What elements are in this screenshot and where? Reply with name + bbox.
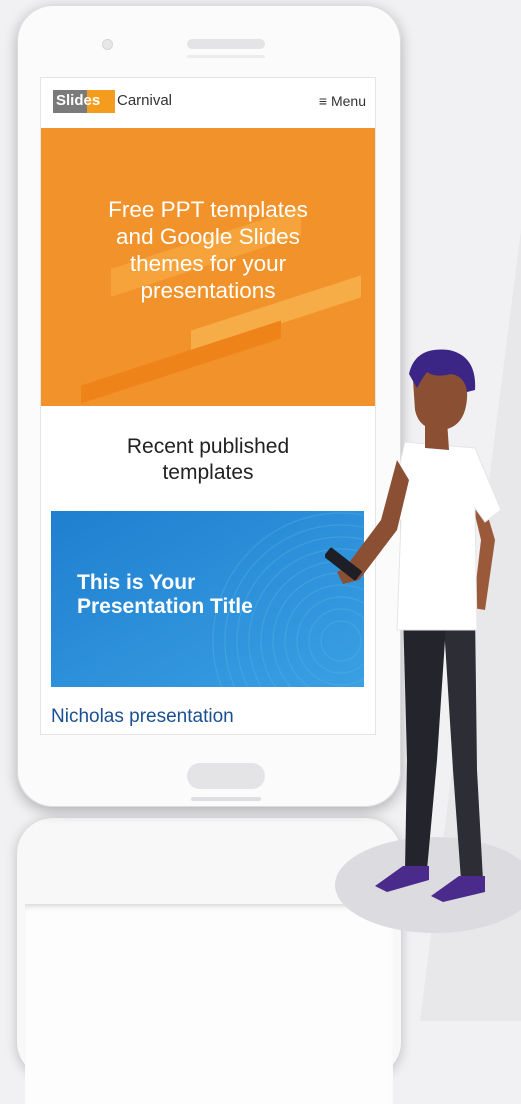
- speaker-grille: [187, 39, 265, 49]
- person-illustration: [325, 349, 521, 933]
- logo-word-carnival: Carnival: [117, 92, 173, 109]
- template-name-link[interactable]: Nicholas presentation: [51, 706, 234, 728]
- card-title-line: This is Your: [77, 571, 196, 594]
- menu-button[interactable]: ≡ Menu: [319, 93, 366, 109]
- card-title: This is Your Presentation Title: [77, 571, 253, 619]
- speaker-grille-line: [187, 55, 265, 58]
- person-leg-front: [403, 610, 447, 870]
- home-indicator: [191, 797, 261, 801]
- hero-stripe: [81, 320, 281, 404]
- hero-title-line: and Google Slides: [116, 224, 300, 249]
- hero-title-line: presentations: [140, 278, 276, 303]
- hero-title-line: themes for your: [129, 251, 287, 276]
- hero-title-line: Free PPT templates: [108, 197, 308, 222]
- template-card-thumbnail[interactable]: This is Your Presentation Title: [51, 511, 364, 687]
- camera-icon: [102, 39, 113, 50]
- card-title-line: Presentation Title: [77, 595, 253, 618]
- top-navbar: Slides Carnival ≡ Menu: [41, 78, 375, 128]
- home-button[interactable]: [187, 763, 265, 789]
- hero-title: Free PPT templates and Google Slides the…: [41, 196, 375, 304]
- logo-word-slides: Slides: [56, 92, 101, 109]
